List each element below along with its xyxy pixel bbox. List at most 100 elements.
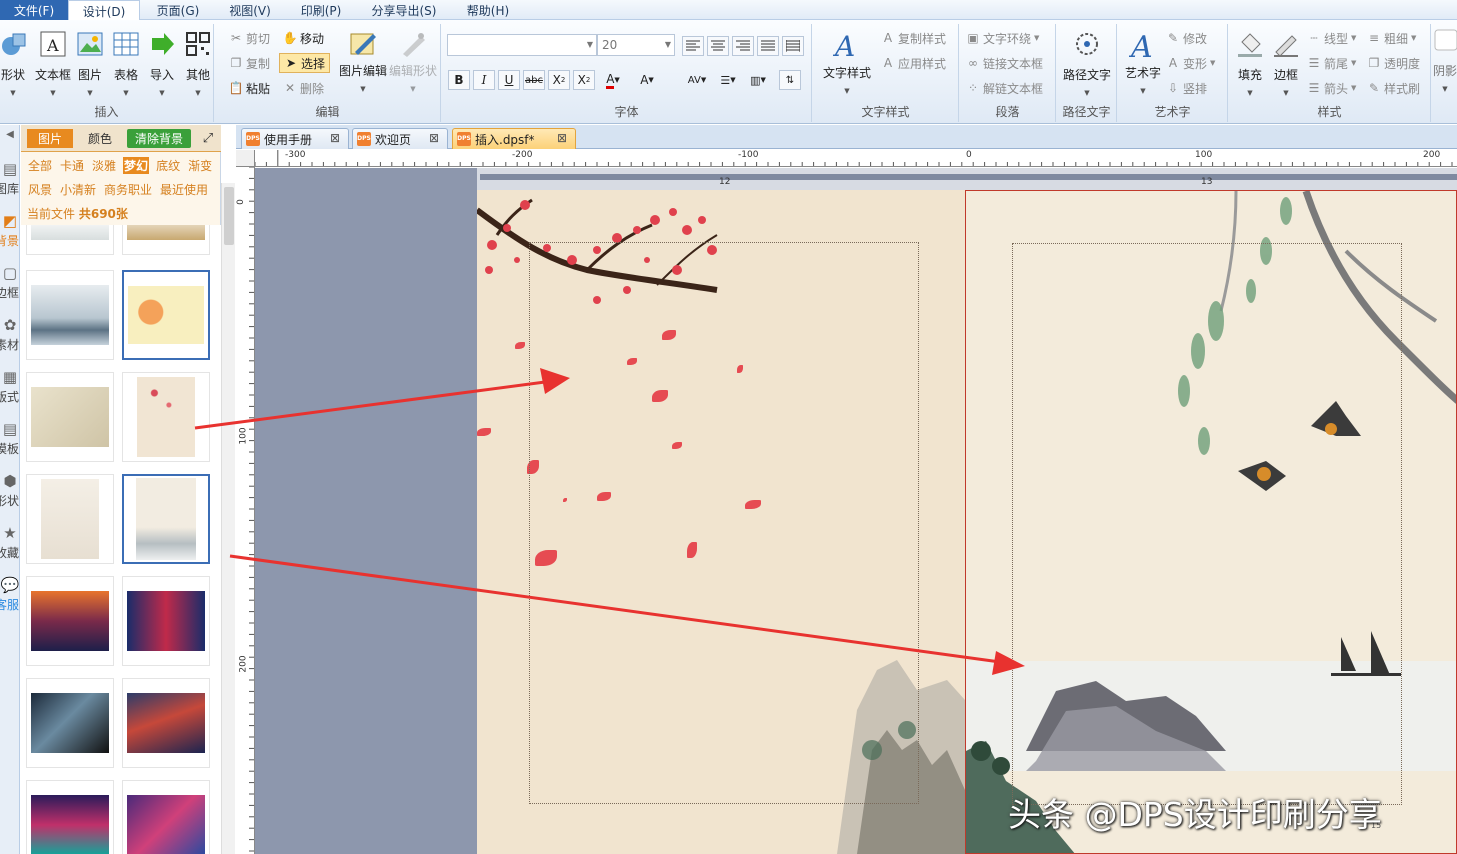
category-business[interactable]: 商务职业 bbox=[103, 181, 153, 198]
copy-button[interactable]: ❐ 复制 bbox=[229, 53, 270, 73]
page-right[interactable]: 15 bbox=[965, 190, 1457, 854]
wordart-button[interactable]: A 艺术字 ▼ bbox=[1122, 28, 1164, 102]
rail-item-shape[interactable]: ⬢ 形状 bbox=[0, 465, 20, 515]
copy-style-button[interactable]: A 复制样式 bbox=[881, 28, 946, 48]
rail-item-favorites[interactable]: ★ 收藏 bbox=[0, 517, 20, 567]
doc-tab-welcome[interactable]: DPS 欢迎页 ⊠ bbox=[352, 128, 448, 149]
scrollbar-thumb[interactable] bbox=[224, 187, 234, 245]
highlight-color-button[interactable]: A ▼ bbox=[632, 70, 662, 90]
superscript-button[interactable]: X2 bbox=[573, 70, 595, 90]
doc-tab-manual[interactable]: DPS 使用手册 ⊠ bbox=[241, 128, 349, 149]
shape-button[interactable]: 形状 ▼ bbox=[0, 28, 30, 102]
menu-share-export[interactable]: 分享导出(S) bbox=[358, 0, 450, 20]
distribute-button[interactable] bbox=[782, 36, 804, 56]
paste-button[interactable]: 📋 粘贴 bbox=[229, 78, 270, 98]
rail-item-background[interactable]: ◩ 背景 bbox=[0, 205, 20, 255]
doc-tab-insert[interactable]: DPS 插入.dpsf* ⊠ bbox=[452, 128, 576, 149]
font-size-select[interactable]: 20 ▼ bbox=[597, 34, 675, 56]
menu-help[interactable]: 帮助(H) bbox=[450, 0, 526, 20]
menu-view[interactable]: 视图(V) bbox=[216, 0, 284, 20]
menu-print[interactable]: 印刷(P) bbox=[284, 0, 358, 20]
subscript-button[interactable]: X2 bbox=[548, 70, 570, 90]
text-direction-button[interactable]: ⇅ bbox=[779, 70, 801, 90]
rail-item-border[interactable]: ▢ 边框 bbox=[0, 257, 20, 307]
link-textbox-button[interactable]: ∞ 链接文本框 bbox=[966, 53, 1043, 73]
other-button[interactable]: 其他 ▼ bbox=[181, 28, 215, 102]
bg-thumbnail[interactable] bbox=[26, 780, 114, 854]
category-cartoon[interactable]: 卡通 bbox=[59, 157, 85, 174]
category-dreamy[interactable]: 梦幻 bbox=[123, 157, 150, 174]
category-fresh[interactable]: 小清新 bbox=[59, 181, 97, 198]
import-button[interactable]: 导入 ▼ bbox=[145, 28, 179, 102]
menu-page[interactable]: 页面(G) bbox=[140, 0, 216, 20]
expand-icon[interactable]: ⤢ bbox=[199, 129, 217, 148]
select-button[interactable]: ➤ 选择 bbox=[279, 53, 331, 73]
align-center-button[interactable] bbox=[707, 36, 729, 56]
thickness-button[interactable]: ≡ 粗细 ▼ bbox=[1367, 28, 1416, 48]
rail-collapse-button[interactable]: ◀ bbox=[0, 125, 20, 143]
rail-item-gallery[interactable]: ▤ 图库 bbox=[0, 153, 20, 203]
shadow-button[interactable]: 阴影 ▼ bbox=[1433, 24, 1457, 98]
category-gradient[interactable]: 渐变 bbox=[187, 157, 213, 174]
move-button[interactable]: ✋ 移动 bbox=[283, 28, 324, 48]
line-type-button[interactable]: ┄ 线型 ▼ bbox=[1307, 28, 1356, 48]
transparency-button[interactable]: ❐ 透明度 bbox=[1367, 53, 1420, 73]
category-recent[interactable]: 最近使用 bbox=[159, 181, 209, 198]
edit-shape-button[interactable]: 编辑形状 ▼ bbox=[389, 28, 437, 102]
bg-thumbnail[interactable] bbox=[122, 372, 210, 462]
wordart-modify-button[interactable]: ✎ 修改 bbox=[1166, 28, 1207, 48]
image-edit-button[interactable]: 图片编辑 ▼ bbox=[339, 28, 387, 102]
path-text-button[interactable]: 路径文字 ▼ bbox=[1061, 28, 1113, 102]
cut-button[interactable]: ✂ 剪切 bbox=[229, 28, 270, 48]
align-left-button[interactable] bbox=[682, 36, 704, 56]
clear-background-button[interactable]: 清除背景 bbox=[127, 129, 191, 148]
textbox-button[interactable]: A 文本框 ▼ bbox=[35, 28, 71, 102]
vertical-text-button[interactable]: ⇩ 竖排 bbox=[1166, 78, 1207, 98]
text-style-button[interactable]: A 文字样式 ▼ bbox=[821, 28, 873, 102]
arrow-head-button[interactable]: ☰ 箭头 ▼ bbox=[1307, 78, 1357, 98]
bg-thumbnail[interactable] bbox=[26, 474, 114, 564]
rail-item-template[interactable]: ▤ 模板 bbox=[0, 413, 20, 463]
apply-style-button[interactable]: A 应用样式 bbox=[881, 53, 946, 73]
tab-images[interactable]: 图片 bbox=[27, 129, 73, 148]
columns-button[interactable]: ▥ ▼ bbox=[744, 70, 772, 90]
page-left[interactable] bbox=[477, 190, 965, 854]
rail-item-layout[interactable]: ▦ 版式 bbox=[0, 361, 20, 411]
close-icon[interactable]: ⊠ bbox=[557, 131, 567, 145]
unlink-textbox-button[interactable]: ⁘ 解链文本框 bbox=[966, 78, 1043, 98]
design-canvas[interactable]: 12 13 15 bbox=[255, 168, 1457, 854]
wordart-transform-button[interactable]: A 变形 ▼ bbox=[1166, 53, 1216, 73]
bg-thumbnail[interactable] bbox=[122, 576, 210, 666]
category-scenery[interactable]: 风景 bbox=[27, 181, 53, 198]
line-end-button[interactable]: ☰ 箭尾 ▼ bbox=[1307, 53, 1357, 73]
format-brush-button[interactable]: ✎ 样式刷 bbox=[1367, 78, 1420, 98]
menu-file[interactable]: 文件(F) bbox=[0, 0, 68, 20]
image-button[interactable]: 图片 ▼ bbox=[73, 28, 107, 102]
bg-thumbnail[interactable] bbox=[26, 576, 114, 666]
bg-thumbnail[interactable] bbox=[122, 678, 210, 768]
italic-button[interactable]: I bbox=[473, 70, 495, 90]
underline-button[interactable]: U bbox=[498, 70, 520, 90]
rail-item-service[interactable]: 💬 客服 bbox=[0, 569, 20, 619]
justify-button[interactable] bbox=[757, 36, 779, 56]
delete-button[interactable]: ✕ 删除 bbox=[283, 78, 324, 98]
tab-color[interactable]: 颜色 bbox=[77, 129, 123, 148]
category-all[interactable]: 全部 bbox=[27, 157, 53, 174]
table-button[interactable]: 表格 ▼ bbox=[109, 28, 143, 102]
bg-thumbnail[interactable] bbox=[26, 372, 114, 462]
border-button[interactable]: 边框 ▼ bbox=[1269, 28, 1303, 102]
fill-button[interactable]: 填充 ▼ bbox=[1233, 28, 1267, 102]
menu-design[interactable]: 设计(D) bbox=[68, 0, 140, 21]
bold-button[interactable]: B bbox=[448, 70, 470, 90]
bg-thumbnail[interactable] bbox=[122, 225, 210, 255]
close-icon[interactable]: ⊠ bbox=[429, 131, 439, 145]
text-wrap-button[interactable]: ▣ 文字环绕 ▼ bbox=[966, 28, 1039, 48]
panel-scrollbar[interactable] bbox=[221, 183, 235, 854]
bg-thumbnail[interactable] bbox=[26, 678, 114, 768]
line-spacing-button[interactable]: ☰ ▼ bbox=[714, 70, 742, 90]
bg-thumbnail[interactable] bbox=[122, 474, 210, 564]
category-texture[interactable]: 底纹 bbox=[155, 157, 181, 174]
bg-thumbnail[interactable] bbox=[122, 780, 210, 854]
bg-thumbnail[interactable] bbox=[26, 270, 114, 360]
close-icon[interactable]: ⊠ bbox=[330, 131, 340, 145]
